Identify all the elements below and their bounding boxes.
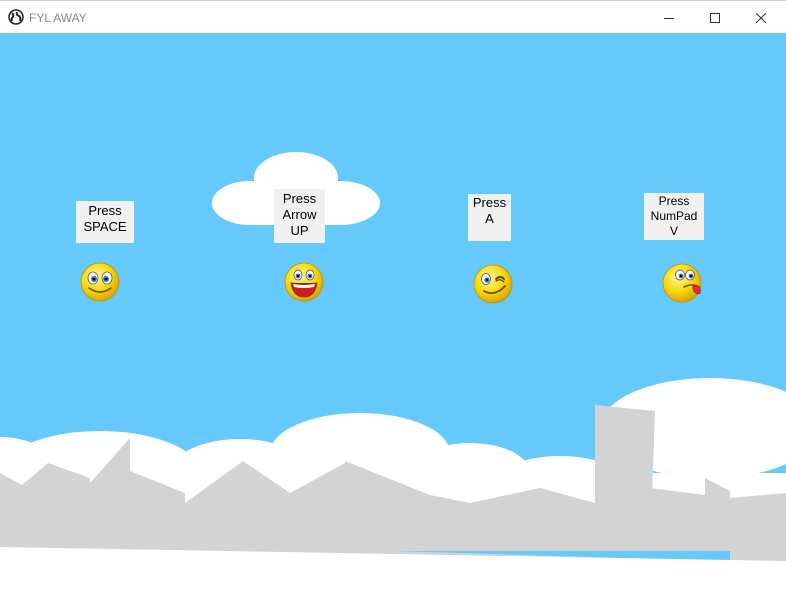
prompt-up-line-1: Press <box>282 191 317 206</box>
laughing-face-icon <box>284 262 324 302</box>
winking-face-icon <box>473 264 513 304</box>
globe-icon <box>8 9 24 25</box>
prompt-numpad-line-2: NumPad <box>650 209 698 223</box>
game-canvas[interactable]: Press SPACE Press Arrow UP Press A Press… <box>0 33 786 593</box>
close-icon <box>756 12 766 23</box>
prompt-a-line-1: Press <box>472 195 507 210</box>
prompt-space-line-1: Press <box>88 203 122 218</box>
prompt-numpad-line-3: V <box>669 224 678 238</box>
prompt-space-line-2: SPACE <box>83 219 127 234</box>
minimize-icon <box>664 17 674 19</box>
background-scene <box>0 33 786 593</box>
tongue-out-face-icon <box>662 263 702 303</box>
prompt-arrow-up: Press Arrow UP <box>274 189 325 243</box>
prompt-a-line-2: A <box>485 211 494 226</box>
prompt-up-line-3: UP <box>290 223 309 238</box>
prompt-a: Press A <box>468 194 511 241</box>
window-titlebar: FYL AWAY <box>0 0 786 33</box>
prompt-space: Press SPACE <box>76 201 134 243</box>
minimize-button[interactable] <box>646 1 692 34</box>
window-title: FYL AWAY <box>29 11 87 25</box>
close-button[interactable] <box>738 1 784 34</box>
maximize-button[interactable] <box>692 1 738 34</box>
prompt-up-line-2: Arrow <box>282 207 317 222</box>
smiling-face-icon <box>80 262 120 302</box>
prompt-numpad-line-1: Press <box>658 194 690 208</box>
maximize-icon <box>710 12 720 23</box>
prompt-numpad: Press NumPad V <box>644 193 704 240</box>
